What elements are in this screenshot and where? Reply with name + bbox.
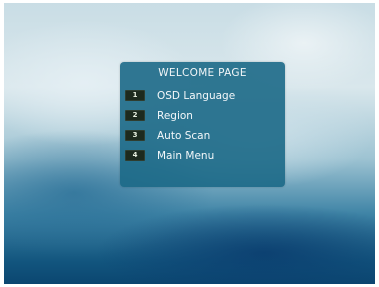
number-badge: 1: [125, 90, 145, 101]
menu-item-auto-scan[interactable]: 3 Auto Scan: [125, 129, 275, 142]
menu-item-label: Region: [157, 109, 193, 122]
number-badge: 3: [125, 130, 145, 141]
menu-item-label: Auto Scan: [157, 129, 211, 142]
tv-screen: WELCOME PAGE 1 OSD Language 2 Region 3 A…: [4, 3, 375, 284]
number-badge: 2: [125, 110, 145, 121]
menu-item-label: OSD Language: [157, 89, 236, 102]
menu-item-main-menu[interactable]: 4 Main Menu: [125, 149, 275, 162]
menu-item-label: Main Menu: [157, 149, 215, 162]
menu-item-region[interactable]: 2 Region: [125, 109, 275, 122]
number-badge: 4: [125, 150, 145, 161]
welcome-dialog: WELCOME PAGE 1 OSD Language 2 Region 3 A…: [120, 62, 285, 187]
dialog-title: WELCOME PAGE: [158, 67, 247, 79]
menu-item-osd-language[interactable]: 1 OSD Language: [125, 89, 275, 102]
